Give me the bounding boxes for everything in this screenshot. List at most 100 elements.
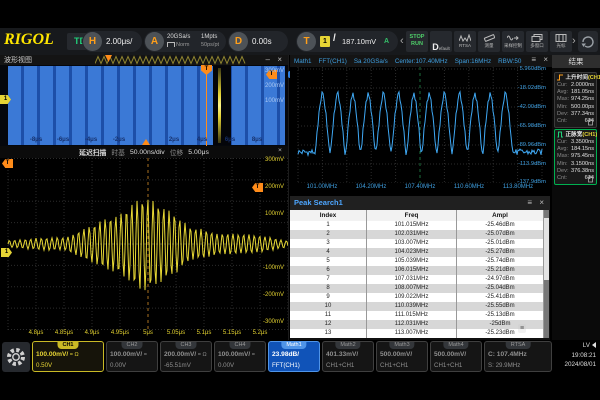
sample-resolution: 50ps/pt [201, 42, 219, 48]
table-row[interactable]: 12112.031MHz-25dBm [290, 320, 544, 329]
peak-search-title: Peak Search1 [294, 196, 343, 210]
acquire-group[interactable]: A 20GSa/s Norm 1Mpts 50ps/pt [144, 31, 226, 52]
fft-span: Span:16MHz [455, 58, 491, 65]
channel-box-ch3[interactable]: CH3200.00mV/ = Ω-65.51mV [160, 341, 212, 372]
settings-button[interactable] [2, 342, 30, 372]
gear-icon [5, 346, 27, 368]
delete-measurement-icon[interactable] [587, 175, 594, 183]
table-row[interactable]: 7107.031MHz-24.97dBm [290, 275, 544, 284]
close-icon[interactable]: × [539, 198, 544, 208]
channel-box-math2[interactable]: Math2401.33mV/CH1+CH1 [322, 341, 374, 372]
channel-tab: CH2 [121, 342, 142, 349]
stat-row: Max:975.45ns [557, 153, 594, 160]
table-row[interactable]: 13113.007MHz-25.23dBm [290, 329, 544, 338]
y-tick-label: 200mV [265, 184, 284, 190]
coupling-impedance-icons: = Ω [196, 352, 206, 358]
offset-value: 5.00μs [188, 149, 209, 156]
table-row[interactable]: 9109.022MHz-25.41dBm [290, 293, 544, 302]
horizontal-knob[interactable]: H [83, 32, 102, 51]
delay-knob[interactable]: D [229, 32, 248, 51]
scrollbar-thumb[interactable] [544, 218, 549, 280]
record-overview-strip[interactable] [95, 55, 250, 65]
refresh-button[interactable] [578, 31, 598, 52]
table-row[interactable]: 10110.039MHz-25.55dBm [290, 302, 544, 311]
menu-icon[interactable]: ≡ [531, 55, 536, 65]
table-row[interactable]: 5105.039MHz-25.74dBm [290, 257, 544, 266]
refresh-icon [580, 33, 596, 50]
channel-box-ch1[interactable]: CH1100.00mV/ = Ω0.50V [32, 341, 104, 372]
channel-box-ch2[interactable]: CH2100.00mV/ =0.00V [106, 341, 158, 372]
channel-tab: Math4 [443, 342, 468, 349]
sampling-control-button[interactable]: 采样控制 [502, 31, 524, 52]
table-row[interactable]: 8108.007MHz-25.04dBm [290, 284, 544, 293]
table-row[interactable]: 2102.031MHz-25.07dBm [290, 230, 544, 239]
x-tick-label: 5.1μs [197, 330, 212, 336]
fft-header: Math1 FFT(CH1) Sa 20GSa/s Center:107.40M… [290, 55, 554, 67]
burst-gap [213, 66, 231, 145]
close-icon[interactable]: × [277, 55, 282, 65]
channel-box-math4[interactable]: Math4500.00mV/CH1+CH1 [430, 341, 482, 372]
x-tick-label: 4.8μs [29, 330, 44, 336]
delayed-sweep-plot[interactable] [0, 158, 288, 330]
oscilloscope-screen: RIGOL TD H 2.00μs/ A 20GSa/s Norm 1Mpts … [0, 0, 600, 400]
ch1-dense-waveform [8, 66, 285, 145]
channel-scale: 500.00mV/ [434, 351, 466, 358]
measure-button[interactable]: 测量 [478, 31, 500, 52]
channel-scale: 100.00mV/ = [218, 351, 255, 358]
wave-arrow-icon [507, 34, 519, 42]
trigger-group[interactable]: T 1 / 187.10mV A [296, 31, 398, 52]
table-scrollbar[interactable] [544, 210, 549, 338]
x-tick-label: -4μs [85, 137, 97, 143]
rtsa-button[interactable]: RTSA [454, 31, 476, 52]
channel-box-math3[interactable]: Math3500.00mV/CH1+CH1 [376, 341, 428, 372]
acquire-knob[interactable]: A [145, 32, 164, 51]
offset-label: 位移 [170, 147, 184, 157]
channel-tab: Math1 [281, 342, 306, 349]
table-cell: 102.031MHz [367, 230, 457, 239]
default-button[interactable]: Default [430, 31, 452, 52]
table-row[interactable]: 4104.023MHz-25.27dBm [290, 248, 544, 257]
menu-icon[interactable]: ≡ [527, 198, 532, 208]
minimize-icon[interactable]: – [266, 55, 270, 65]
sample-rate: 20GSa/s [167, 34, 190, 40]
channel-box-rtsa[interactable]: RTSAC: 107.4MHzS: 29.9MHz [484, 341, 552, 372]
close-icon[interactable]: × [278, 146, 282, 156]
channel-box-math1[interactable]: Math123.98dB/FFT(CH1) [268, 341, 320, 372]
measurement-card-2[interactable]: 正脉宽(CH1)Cur:3.3500nsAvg:184.15nsMax:975.… [554, 129, 597, 185]
y-tick-label: -89.96dBm [518, 142, 546, 148]
channel-offset: 0.00V [218, 362, 234, 369]
x-tick-label: 107.40MHz [405, 184, 436, 190]
table-row[interactable]: 6106.015MHz-25.21dBm [290, 266, 544, 275]
channel-offset: CH1+CH1 [326, 362, 354, 369]
x-tick-label: 4μs [197, 137, 207, 143]
table-row[interactable]: 11111.015MHz-25.13dBm [290, 311, 544, 320]
table-cell: -25.21dBm [457, 266, 544, 275]
fft-plot[interactable] [290, 67, 550, 183]
trigger-knob[interactable]: T [297, 32, 316, 51]
channel-scale: 401.33mV/ [326, 351, 358, 358]
table-row[interactable]: 3103.007MHz-25.01dBm [290, 239, 544, 248]
delay-group[interactable]: D 0.00s [228, 31, 288, 52]
y-tick-label: 100mV [265, 98, 284, 104]
y-tick-label: -100mV [263, 265, 284, 271]
speaker-icon [592, 342, 596, 348]
stop-run-button[interactable]: STOP RUN [406, 31, 428, 52]
table-cell: 103.007MHz [367, 239, 457, 248]
multi-window-button[interactable]: 多窗口 [526, 31, 548, 52]
column-header-freq: Freq [367, 210, 457, 221]
channel-box-ch4[interactable]: CH4100.00mV/ =0.00V [214, 341, 266, 372]
cursor-button[interactable]: 光标 [550, 31, 572, 52]
close-icon[interactable]: × [543, 55, 548, 65]
measurement-card-1[interactable]: 上升时间(CH1)Cur:2.0000nsAvg:181.05nsMax:974… [554, 72, 597, 128]
delete-measurement-icon[interactable] [587, 118, 594, 126]
table-options-icon[interactable]: ≡ [518, 324, 526, 333]
timebase-label: 时基 [111, 147, 125, 157]
toolbar-scroll-right[interactable]: › [572, 31, 576, 52]
y-tick-label: -200mV [263, 292, 284, 298]
table-cell: 1 [290, 221, 367, 230]
table-row[interactable]: 1101.015MHz-25.46dBm [290, 221, 544, 230]
horizontal-group[interactable]: H 2.00μs/ [82, 31, 142, 52]
waveform-view-plot[interactable]: T 1 T 300mV200mV100mV -8μs-6μs-4μs-2μs2μ… [0, 65, 288, 146]
toolbar-scroll-left[interactable]: ‹ [400, 31, 404, 52]
delayed-sweep-header: 延迟扫描 时基 50.00ns/div 位移 5.00μs × [0, 146, 288, 158]
